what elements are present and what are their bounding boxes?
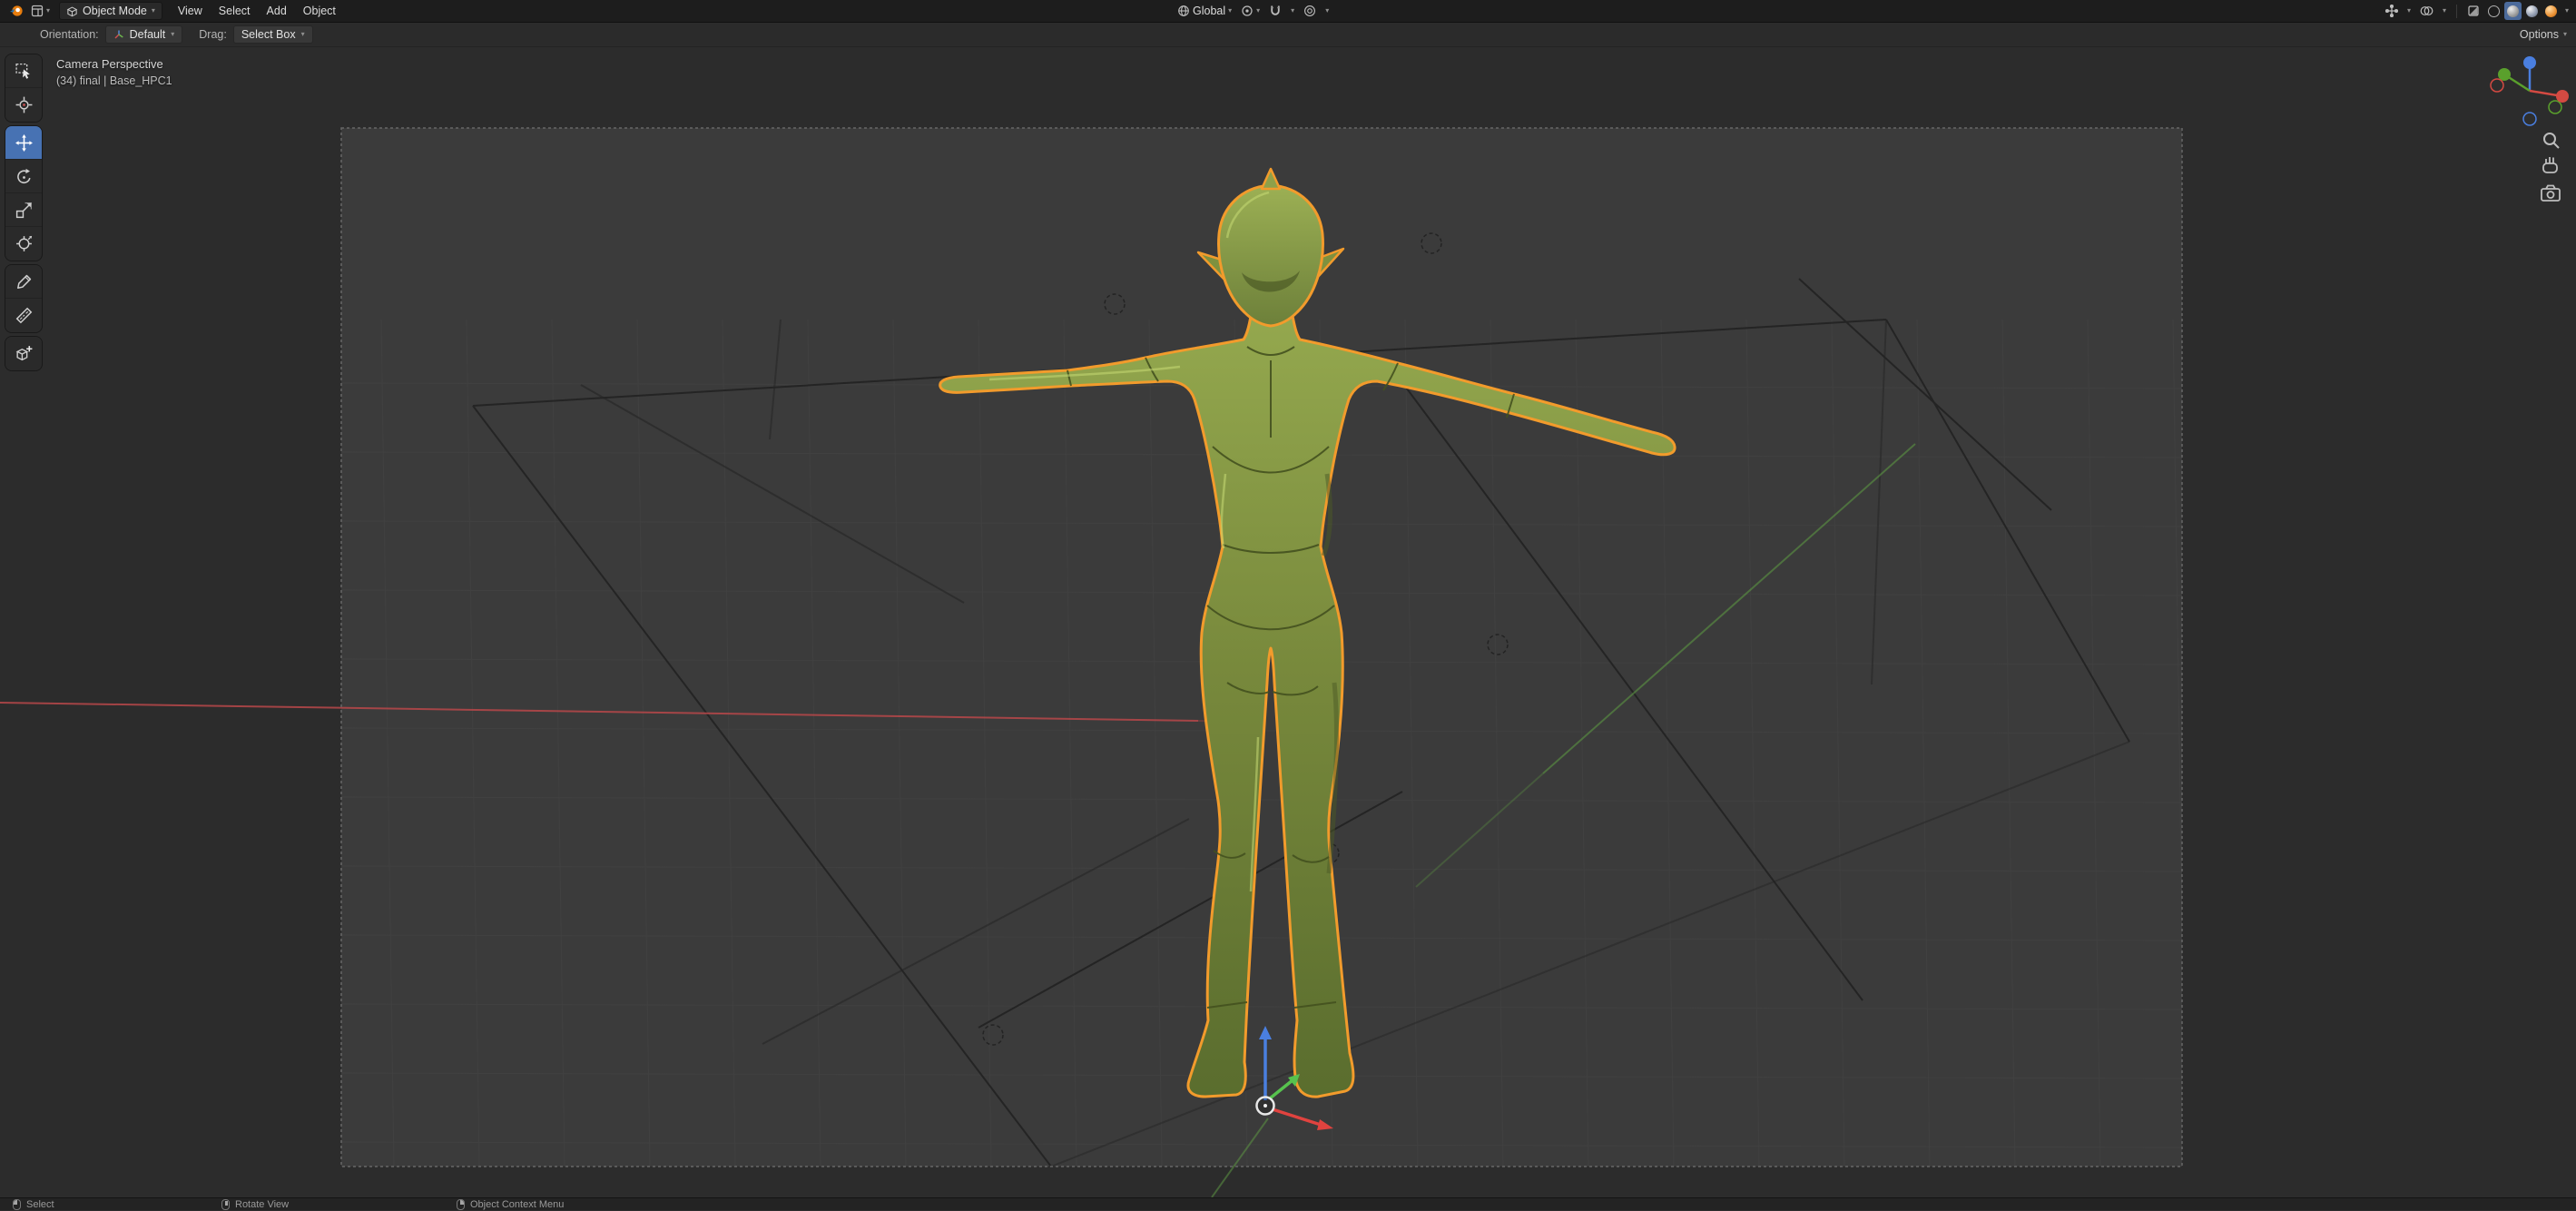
proportional-editing-dropdown[interactable]: ▾ xyxy=(1322,2,1332,21)
editor-type-button[interactable]: ▾ xyxy=(27,2,54,21)
status-select-hint: Select xyxy=(13,1198,54,1211)
wireframe-sphere-icon xyxy=(2488,5,2500,17)
topbar-center: Global ▾ ▾ ▾ ▾ xyxy=(1174,0,1332,22)
status-bar: Select Rotate View Object Context Menu xyxy=(0,1197,2576,1210)
chevron-down-icon: ▾ xyxy=(1228,7,1232,15)
tool-group-select xyxy=(5,54,42,122)
gizmos-dropdown[interactable]: ▾ xyxy=(2404,2,2414,21)
axis-x-positive[interactable] xyxy=(2556,90,2569,103)
mode-label: Object Mode xyxy=(83,5,147,17)
options-label: Options xyxy=(2520,28,2559,41)
snap-toggle[interactable] xyxy=(1265,2,1285,21)
menu-select[interactable]: Select xyxy=(211,0,259,22)
chevron-down-icon: ▾ xyxy=(46,7,50,15)
tool-group-add xyxy=(5,337,42,370)
topbar-right: ▾ ▾ ▾ xyxy=(2382,0,2572,22)
status-context-menu-hint: Object Context Menu xyxy=(457,1198,564,1211)
proportional-editing-toggle[interactable] xyxy=(1300,2,1320,21)
shading-rendered-button[interactable] xyxy=(2542,2,2560,20)
tool-3d-cursor[interactable] xyxy=(5,88,42,122)
tool-transform[interactable] xyxy=(5,227,42,261)
tool-rotate[interactable] xyxy=(5,160,42,193)
tool-move[interactable] xyxy=(5,126,42,160)
axis-y-negative[interactable] xyxy=(2549,101,2561,113)
chevron-down-icon: ▾ xyxy=(152,7,155,15)
menu-add[interactable]: Add xyxy=(259,0,295,22)
chevron-down-icon: ▾ xyxy=(301,31,305,38)
status-context-label: Object Context Menu xyxy=(470,1199,564,1210)
left-mouse-icon xyxy=(13,1199,21,1210)
viewport-canvas[interactable] xyxy=(0,47,2576,1197)
axis-z-positive[interactable] xyxy=(2523,56,2536,69)
shading-solid-button[interactable] xyxy=(2504,2,2522,20)
pivot-point-dropdown[interactable]: ▾ xyxy=(1237,2,1263,21)
snap-dropdown[interactable]: ▾ xyxy=(1287,2,1298,21)
shading-wireframe-button[interactable] xyxy=(2485,2,2502,20)
tool-shelf xyxy=(5,54,42,375)
transform-orientation-dropdown[interactable]: Global ▾ xyxy=(1174,2,1235,21)
topbar: ▾ Object Mode ▾ View Select Add Object xyxy=(0,0,2576,23)
blender-logo-icon[interactable] xyxy=(5,2,27,21)
orientation-default-value: Default xyxy=(130,28,166,41)
menu-view[interactable]: View xyxy=(170,0,211,22)
mode-dropdown[interactable]: Object Mode ▾ xyxy=(59,2,162,20)
orientation-value: Global xyxy=(1193,5,1225,17)
drag-mode-value: Select Box xyxy=(241,28,296,41)
options-dropdown[interactable]: Options ▾ xyxy=(2520,28,2567,41)
shading-material-button[interactable] xyxy=(2523,2,2541,20)
tool-measure[interactable] xyxy=(5,299,42,332)
overlays-toggle[interactable] xyxy=(2416,2,2437,21)
chevron-down-icon: ▾ xyxy=(1256,7,1260,15)
tool-annotate[interactable] xyxy=(5,265,42,299)
topbar-left: ▾ Object Mode ▾ View Select Add Object xyxy=(0,0,344,22)
drag-label: Drag: xyxy=(199,28,227,41)
tool-scale[interactable] xyxy=(5,193,42,227)
camera-view-button[interactable] xyxy=(2542,186,2560,202)
chevron-down-icon: ▾ xyxy=(2563,31,2567,38)
tool-group-annotate xyxy=(5,265,42,332)
drag-mode-dropdown[interactable]: Select Box ▾ xyxy=(233,25,313,44)
origin-dot xyxy=(1263,1104,1267,1108)
status-rotate-label: Rotate View xyxy=(235,1199,289,1210)
material-sphere-icon xyxy=(2526,5,2538,17)
overlays-dropdown[interactable]: ▾ xyxy=(2439,2,2450,21)
tool-group-transform xyxy=(5,126,42,261)
orientation-default-dropdown[interactable]: Default ▾ xyxy=(105,25,183,44)
shading-dropdown[interactable]: ▾ xyxy=(2561,2,2572,21)
menu-object[interactable]: Object xyxy=(295,0,344,22)
right-mouse-icon xyxy=(457,1199,465,1210)
tool-settings-header: Orientation: Default ▾ Drag: Select Box … xyxy=(0,23,2576,47)
status-select-label: Select xyxy=(26,1199,54,1210)
navigation-gizmo[interactable] xyxy=(2491,56,2569,125)
viewport-3d[interactable]: Camera Perspective (34) final | Base_HPC… xyxy=(0,47,2576,1197)
pan-hand-button[interactable] xyxy=(2543,157,2557,172)
axis-x-negative[interactable] xyxy=(2491,79,2503,92)
tool-select-box[interactable] xyxy=(5,54,42,88)
middle-mouse-icon xyxy=(221,1199,230,1210)
zoom-button[interactable] xyxy=(2544,133,2559,148)
status-rotate-hint: Rotate View xyxy=(221,1198,289,1211)
solid-sphere-icon xyxy=(2507,5,2519,17)
orientation-label: Orientation: xyxy=(40,28,99,41)
xray-toggle[interactable] xyxy=(2463,2,2483,21)
show-gizmos-toggle[interactable] xyxy=(2382,2,2402,21)
tool-add-cube[interactable] xyxy=(5,337,42,370)
rendered-sphere-icon xyxy=(2545,5,2557,17)
axis-z-negative[interactable] xyxy=(2523,113,2536,125)
chevron-down-icon: ▾ xyxy=(171,31,174,38)
separator xyxy=(2456,5,2457,18)
